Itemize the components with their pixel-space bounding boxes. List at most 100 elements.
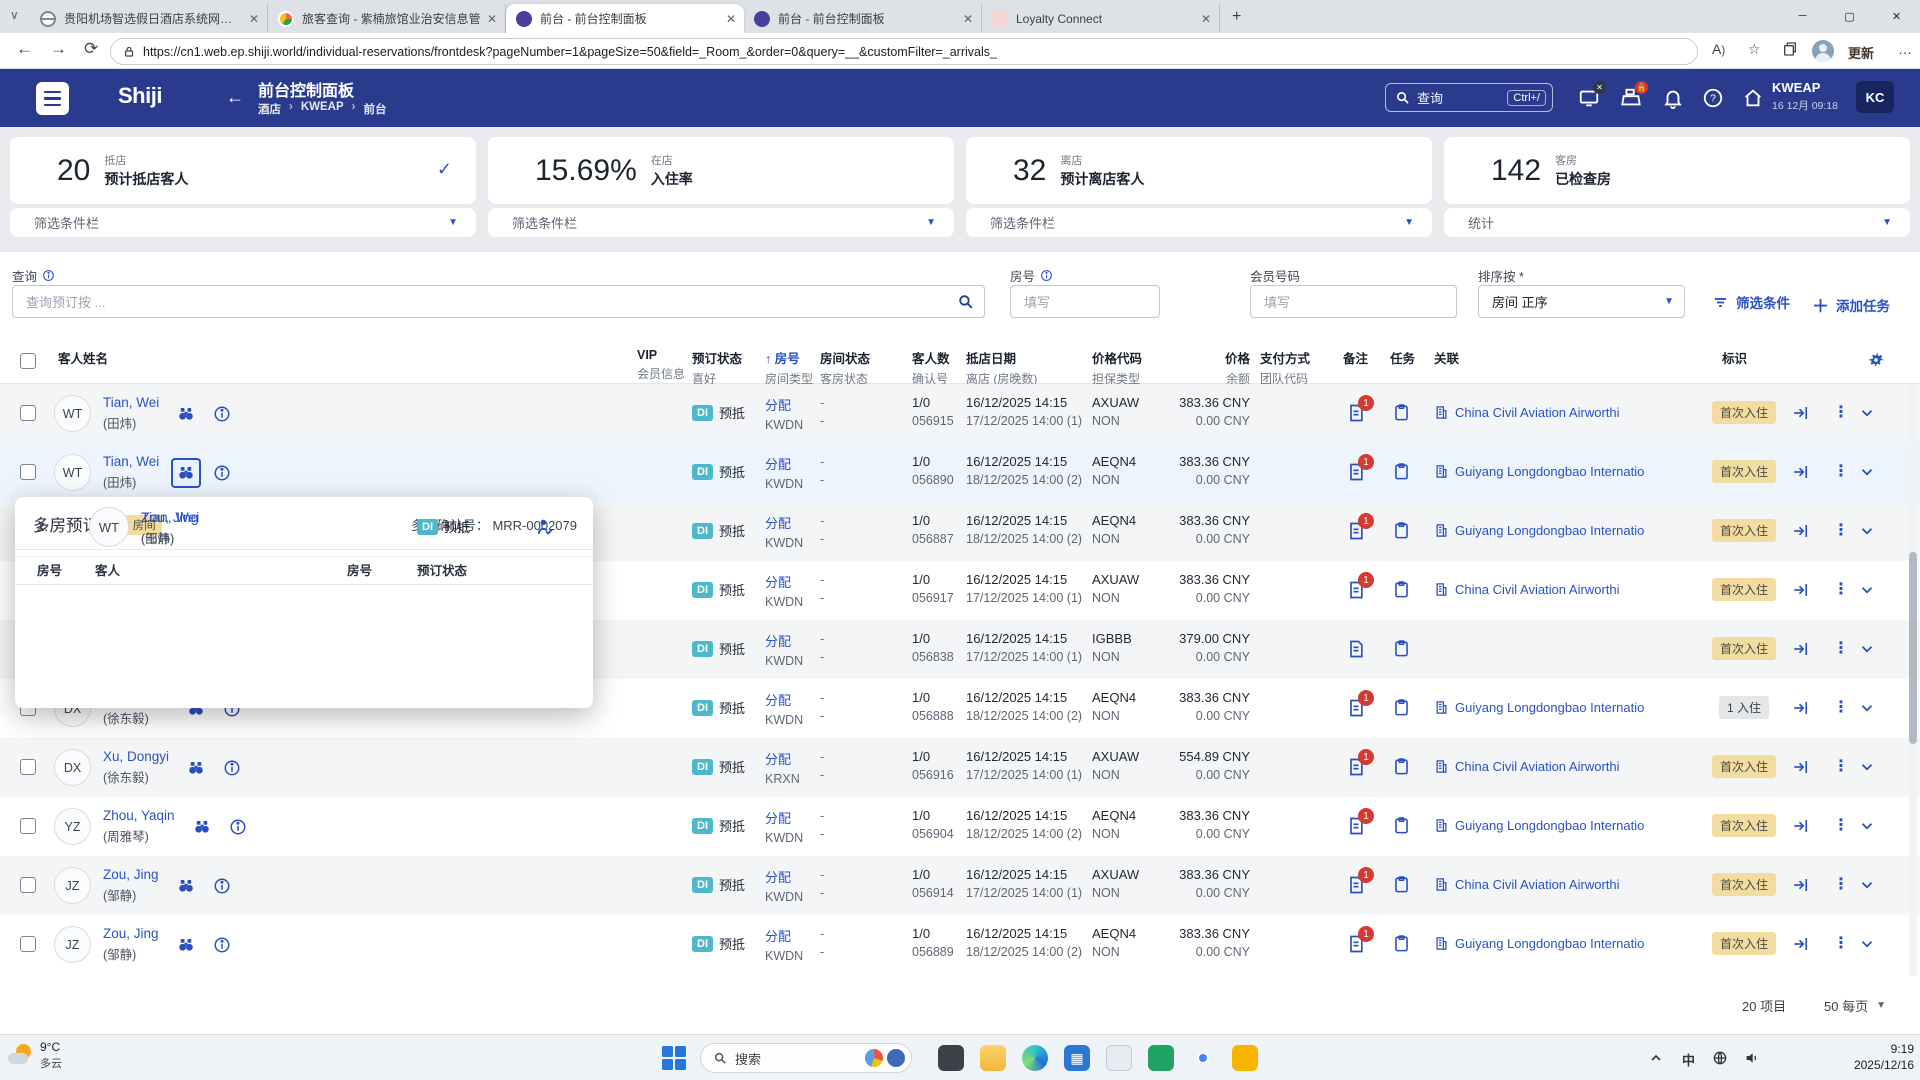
tray-ime-indicator[interactable]: 中 <box>1682 1050 1695 1069</box>
header-back-button[interactable]: ← <box>226 87 244 108</box>
tab-close-icon[interactable]: ✕ <box>1201 12 1211 26</box>
linked-company[interactable]: Guiyang Longdongbao Internatio <box>1434 464 1644 479</box>
row-expand-chevron-icon[interactable] <box>1858 522 1876 540</box>
note-icon[interactable]: 1 <box>1346 698 1366 718</box>
refresh-button[interactable]: ⟳ <box>84 39 98 59</box>
col-room-status[interactable]: 房间状态客房状态 <box>820 348 870 387</box>
check-in-icon[interactable] <box>1792 463 1810 481</box>
note-icon[interactable]: 1 <box>1346 875 1366 895</box>
check-in-icon[interactable] <box>1792 699 1810 717</box>
assign-room-link[interactable]: 分配 <box>765 395 803 414</box>
guest-name-link[interactable]: Tian, Wei <box>103 395 159 410</box>
breadcrumb-frontdesk[interactable]: 前台 <box>364 101 387 117</box>
sort-by-select[interactable]: 房间 正序 ▼ <box>1478 285 1685 318</box>
scrollbar-thumb[interactable] <box>1909 552 1917 744</box>
row-expand-chevron-icon[interactable] <box>1858 640 1876 658</box>
browser-menu-icon[interactable]: … <box>1898 41 1913 57</box>
row-more-menu-icon[interactable]: ⋮ <box>1832 581 1850 599</box>
company-name-link[interactable]: Guiyang Longdongbao Internatio <box>1455 700 1644 715</box>
multi-room-binoculars-icon[interactable] <box>171 458 201 488</box>
taskbar-app-meeting-icon[interactable] <box>938 1045 964 1071</box>
browser-tab[interactable]: Loyalty Connect ✕ <box>982 4 1220 33</box>
col-guest-name[interactable]: 客人姓名 <box>58 348 108 367</box>
window-minimize-button[interactable]: ─ <box>1779 0 1826 32</box>
task-clipboard-icon[interactable] <box>1392 816 1411 835</box>
col-status[interactable]: 预订状态喜好 <box>692 348 742 387</box>
row-checkbox[interactable] <box>20 464 36 480</box>
kpi-filter-dropdown[interactable]: 统计 ▼ <box>1444 208 1910 237</box>
company-name-link[interactable]: China Civil Aviation Airworthi <box>1455 405 1620 420</box>
kpi-filter-dropdown[interactable]: 筛选条件栏 ▼ <box>488 208 954 237</box>
note-icon[interactable]: 1 <box>1346 580 1366 600</box>
search-icon[interactable] <box>957 293 974 310</box>
cashier-icon[interactable]: 🔒 <box>1620 87 1642 109</box>
global-search-input[interactable]: 查询 Ctrl+/ <box>1385 83 1553 112</box>
assign-room-link[interactable]: 分配 <box>765 749 800 768</box>
check-in-icon[interactable] <box>1792 404 1810 422</box>
row-expand-chevron-icon[interactable] <box>1858 581 1876 599</box>
row-more-menu-icon[interactable]: ⋮ <box>1832 817 1850 835</box>
multi-room-binoculars-icon[interactable] <box>171 871 201 901</box>
row-more-menu-icon[interactable]: ⋮ <box>1832 876 1850 894</box>
taskbar-search-box[interactable]: 搜索 <box>700 1043 912 1073</box>
tab-close-icon[interactable]: ✕ <box>726 12 736 26</box>
info-icon[interactable] <box>213 464 231 482</box>
task-clipboard-icon[interactable] <box>1392 403 1411 422</box>
read-aloud-icon[interactable]: A) <box>1712 41 1725 57</box>
tray-volume-icon[interactable] <box>1744 1050 1760 1069</box>
menu-button[interactable] <box>36 82 69 115</box>
row-more-menu-icon[interactable]: ⋮ <box>1832 522 1850 540</box>
row-checkbox[interactable] <box>20 759 36 775</box>
company-name-link[interactable]: China Civil Aviation Airworthi <box>1455 877 1620 892</box>
tray-chevron-up-icon[interactable] <box>1648 1050 1664 1069</box>
note-icon[interactable]: 1 <box>1346 521 1366 541</box>
assign-room-link[interactable]: 分配 <box>765 513 803 532</box>
home-icon[interactable] <box>1742 87 1764 109</box>
favorite-star-icon[interactable]: ☆ <box>1748 41 1761 58</box>
address-bar[interactable]: https://cn1.web.ep.shiji.world/individua… <box>110 38 1698 65</box>
user-avatar[interactable]: KC <box>1856 81 1894 113</box>
assign-room-link[interactable]: 分配 <box>765 454 803 473</box>
col-guest-count[interactable]: 客人数确认号 <box>912 348 950 387</box>
kpi-card[interactable]: 142 客房 已检查房 <box>1444 137 1910 204</box>
assign-room-link[interactable]: 分配 <box>765 631 803 650</box>
task-clipboard-icon[interactable] <box>1392 639 1411 658</box>
check-in-icon[interactable] <box>1792 935 1810 953</box>
check-in-icon[interactable] <box>1792 817 1810 835</box>
filter-conditions-button[interactable]: 筛选条件 <box>1712 292 1790 312</box>
check-in-icon[interactable] <box>1792 581 1810 599</box>
back-button[interactable]: ← <box>16 39 33 59</box>
check-in-icon[interactable] <box>1792 640 1810 658</box>
check-in-icon[interactable] <box>1792 758 1810 776</box>
tab-close-icon[interactable]: ✕ <box>249 12 259 26</box>
multi-room-binoculars-icon[interactable] <box>171 399 201 429</box>
note-icon[interactable]: 1 <box>1346 934 1366 954</box>
taskbar-edge-icon[interactable] <box>1022 1045 1048 1071</box>
company-name-link[interactable]: China Civil Aviation Airworthi <box>1455 582 1620 597</box>
row-more-menu-icon[interactable]: ⋮ <box>1832 758 1850 776</box>
kpi-filter-dropdown[interactable]: 筛选条件栏 ▼ <box>966 208 1432 237</box>
notifications-bell-icon[interactable] <box>1662 87 1684 109</box>
linked-company[interactable]: Guiyang Longdongbao Internatio <box>1434 700 1644 715</box>
col-arrival-date[interactable]: 抵店日期离店 (房晚数) <box>966 348 1037 387</box>
info-icon[interactable] <box>213 405 231 423</box>
kpi-card[interactable]: 32 离店 预计离店客人 <box>966 137 1432 204</box>
task-clipboard-icon[interactable] <box>1392 580 1411 599</box>
assign-room-link[interactable]: 分配 <box>765 926 803 945</box>
assign-room-link[interactable]: 分配 <box>765 808 803 827</box>
kpi-card[interactable]: 15.69% 在店 入住率 <box>488 137 954 204</box>
assign-room-link[interactable]: 分配 <box>765 690 803 709</box>
help-icon[interactable]: ? <box>1702 87 1724 109</box>
collections-icon[interactable] <box>1782 41 1798 57</box>
note-icon[interactable]: 1 <box>1346 462 1366 482</box>
taskbar-yellow-app-icon[interactable] <box>1232 1045 1258 1071</box>
select-all-checkbox[interactable] <box>20 353 36 369</box>
browser-tab[interactable]: 贵阳机场智选假日酒店系统网址导 ✕ <box>30 4 268 33</box>
company-name-link[interactable]: Guiyang Longdongbao Internatio <box>1455 523 1644 538</box>
info-icon[interactable] <box>229 818 247 836</box>
row-expand-chevron-icon[interactable] <box>1858 699 1876 717</box>
tab-close-icon[interactable]: ✕ <box>487 12 497 26</box>
linked-company[interactable]: China Civil Aviation Airworthi <box>1434 405 1620 420</box>
company-name-link[interactable]: Guiyang Longdongbao Internatio <box>1455 464 1644 479</box>
row-expand-chevron-icon[interactable] <box>1858 404 1876 422</box>
